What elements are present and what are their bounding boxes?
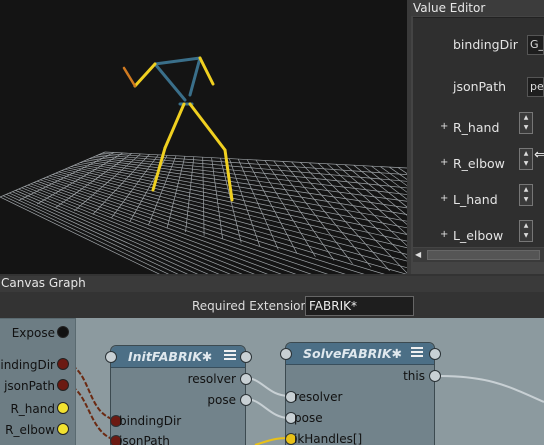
rig-bone[interactable] xyxy=(188,102,227,152)
floor-grid xyxy=(0,151,407,274)
spin-down-icon[interactable]: ▼ xyxy=(520,231,532,241)
ve-row-l-hand: + L_hand ▲ ▼ xyxy=(413,184,544,212)
ve-label: L_hand xyxy=(453,192,498,207)
rig-bone[interactable] xyxy=(153,56,202,66)
r-hand-spinner[interactable]: ▲ ▼ xyxy=(519,112,533,134)
ve-label: L_elbow xyxy=(453,228,504,243)
grid-line xyxy=(246,159,298,254)
port-label-expose: Expose xyxy=(11,326,55,340)
port-label-bindingdir: bindingDir xyxy=(0,358,55,372)
canvas-graph-area[interactable]: Required Extensions: FABRIK* Expose bind… xyxy=(0,292,544,445)
node-title: InitFABRIK✱ xyxy=(128,349,213,364)
grid-line xyxy=(58,171,407,269)
grid-line xyxy=(95,155,407,189)
ve-label: jsonPath xyxy=(453,79,507,94)
solve-fabrik-node[interactable]: SolveFABRIK✱ this resolver pose ikHandle… xyxy=(280,342,441,445)
port-r-elbow[interactable] xyxy=(57,423,69,435)
rig-bone[interactable] xyxy=(133,62,157,88)
value-editor-body: bindingDir G_ jsonPath pe + R_hand ▲ ▼ + … xyxy=(413,17,544,247)
port-r-hand[interactable] xyxy=(57,402,69,414)
ve-row-bindingdir: bindingDir G_ xyxy=(413,35,544,57)
spin-down-icon[interactable]: ▼ xyxy=(520,195,532,205)
port-label-jsonpath: jsonPath xyxy=(119,434,170,445)
expand-icon[interactable]: + xyxy=(440,229,448,240)
rig-bone[interactable] xyxy=(188,56,202,97)
expand-icon[interactable]: + xyxy=(440,121,448,132)
expand-icon[interactable]: + xyxy=(440,193,448,204)
port-expose[interactable] xyxy=(57,326,69,338)
port-bindingdir[interactable] xyxy=(57,358,69,370)
node-header[interactable]: SolveFABRIK✱ xyxy=(286,343,434,365)
rig-bone[interactable] xyxy=(198,56,215,86)
ve-row-r-hand: + R_hand ▲ ▼ xyxy=(413,112,544,140)
expand-icon[interactable]: + xyxy=(440,157,448,168)
spin-up-icon[interactable]: ▲ xyxy=(520,185,532,195)
grid-line xyxy=(70,166,407,242)
ve-row-r-elbow: + R_elbow ▲ ▼ xyxy=(413,148,544,176)
graph-connections xyxy=(65,362,544,445)
node-menu-icon[interactable] xyxy=(411,347,423,359)
l-elbow-spinner[interactable]: ▲ ▼ xyxy=(519,220,533,242)
l-hand-spinner[interactable]: ▲ ▼ xyxy=(519,184,533,206)
port-label-r-elbow: R_elbow xyxy=(5,423,55,437)
exposed-ports-node[interactable]: Expose bindingDir jsonPath R_hand R_elbo… xyxy=(0,318,76,445)
port-label-ikhandles: ikHandles[] xyxy=(294,432,363,445)
grid-line xyxy=(12,191,199,274)
port-jsonpath[interactable] xyxy=(57,379,69,391)
port-label-resolver: resolver xyxy=(187,372,236,386)
exec-in-port[interactable] xyxy=(280,348,292,360)
ve-row-l-elbow: + L_elbow ▲ ▼ xyxy=(413,220,544,248)
grid-line xyxy=(89,158,407,202)
ve-label: R_elbow xyxy=(453,156,505,171)
3d-viewport[interactable] xyxy=(0,0,407,274)
ve-row-jsonpath: jsonPath pe xyxy=(413,77,544,99)
port-label-this: this xyxy=(403,369,425,383)
grid-line xyxy=(273,160,353,264)
connection-pose xyxy=(245,398,290,419)
ve-label: bindingDir xyxy=(453,37,518,52)
spin-down-icon[interactable]: ▼ xyxy=(520,159,532,169)
resize-cursor-icon: ⇐ xyxy=(534,147,544,163)
port-label-bindingdir: bindingDir xyxy=(119,414,182,428)
scroll-left-icon[interactable]: ◀ xyxy=(415,250,421,259)
init-fabrik-node[interactable]: InitFABRIK✱ resolver pose bindingDir jso… xyxy=(105,345,252,445)
port-label-pose: pose xyxy=(207,393,236,407)
out-port-this[interactable] xyxy=(429,370,441,382)
bindingdir-field[interactable]: G_ xyxy=(527,35,544,55)
value-editor-title: Value Editor xyxy=(411,0,544,16)
rig-bone[interactable] xyxy=(163,102,186,150)
grid-line xyxy=(2,195,169,274)
out-port-pose[interactable] xyxy=(240,394,252,406)
spin-up-icon[interactable]: ▲ xyxy=(520,113,532,123)
canvas-graph-title: Canvas Graph xyxy=(0,276,544,292)
rig-bone[interactable] xyxy=(122,66,137,88)
r-elbow-spinner[interactable]: ▲ ▼ xyxy=(519,148,533,170)
node-header[interactable]: InitFABRIK✱ xyxy=(111,346,245,368)
ve-label: R_hand xyxy=(453,120,500,135)
rig-bone[interactable] xyxy=(153,62,187,102)
out-port-resolver[interactable] xyxy=(240,373,252,385)
port-label-pose: pose xyxy=(294,411,323,425)
port-label-resolver: resolver xyxy=(294,390,343,404)
connection-resolver xyxy=(245,377,290,397)
connection-this xyxy=(439,375,544,403)
jsonpath-field[interactable]: pe xyxy=(527,77,544,97)
connection-ikhandles xyxy=(254,437,290,445)
port-label-jsonpath: jsonPath xyxy=(4,379,55,393)
exec-out-port[interactable] xyxy=(429,348,441,360)
port-label-r-hand: R_hand xyxy=(10,402,55,416)
spin-up-icon[interactable]: ▲ xyxy=(520,221,532,231)
viewport-scene xyxy=(0,56,407,274)
scrollbar-thumb[interactable] xyxy=(427,250,540,260)
horizontal-scrollbar[interactable]: ◀ xyxy=(413,248,544,262)
grid-line xyxy=(92,154,150,215)
node-title: SolveFABRIK✱ xyxy=(303,346,403,361)
exec-out-port[interactable] xyxy=(240,351,252,363)
spin-down-icon[interactable]: ▼ xyxy=(520,123,532,133)
node-menu-icon[interactable] xyxy=(224,350,236,362)
value-editor-panel: Value Editor bindingDir G_ jsonPath pe +… xyxy=(411,0,544,274)
exec-in-port[interactable] xyxy=(105,351,117,363)
grid-line xyxy=(21,187,231,274)
spin-up-icon[interactable]: ▲ xyxy=(520,149,532,159)
